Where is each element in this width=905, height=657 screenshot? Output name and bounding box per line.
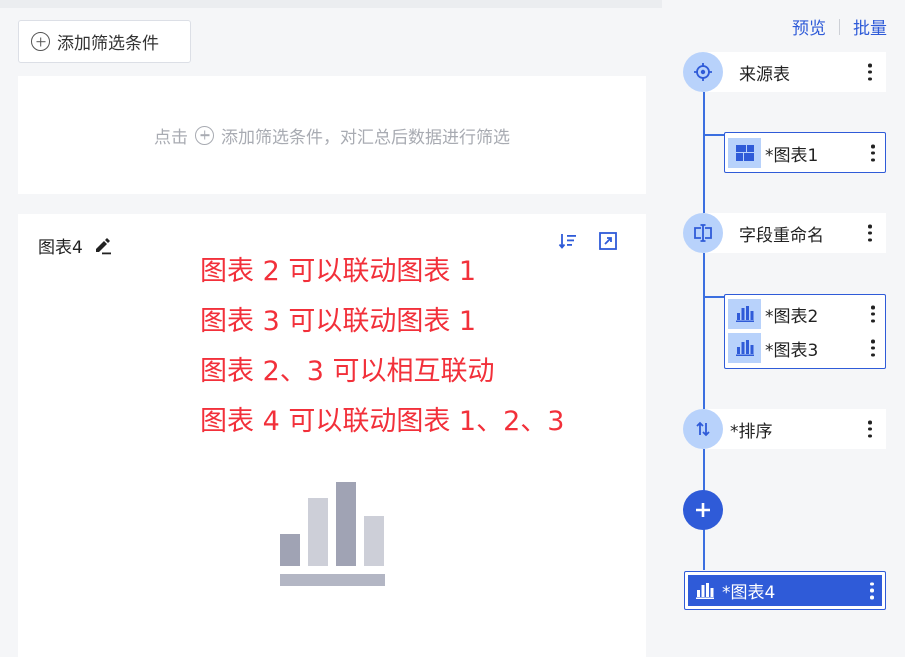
flow-connector [703, 134, 725, 136]
chart-item-label: *图表2 [765, 306, 819, 327]
chart-item-2[interactable]: *图表2 [725, 297, 885, 331]
chart-panel: 图表4 图表 2 可以联动图表 1 图表 3 可以联动图表 1 图表 2、3 可… [18, 214, 646, 657]
more-icon[interactable] [868, 420, 872, 438]
panel-tools [558, 231, 618, 251]
add-filter-button[interactable]: 添加筛选条件 [18, 20, 191, 63]
filter-hint-prefix: 点击 [154, 127, 188, 148]
more-icon[interactable] [868, 63, 872, 81]
add-filter-label: 添加筛选条件 [57, 34, 159, 54]
bar-chart-icon [728, 333, 761, 363]
selected-chart-group: *图表4 [684, 571, 886, 610]
add-step-button[interactable] [683, 490, 723, 530]
chart-item-1[interactable]: *图表1 [725, 136, 885, 170]
note-line: 图表 3 可以联动图表 1 [200, 306, 477, 337]
more-icon[interactable] [871, 305, 875, 323]
top-strip [0, 0, 662, 8]
more-icon[interactable] [868, 224, 872, 242]
note-line: 图表 2、3 可以相互联动 [200, 356, 495, 387]
bar-chart-icon [696, 582, 714, 599]
chart-item-label: *图表1 [765, 145, 819, 166]
step-source-table[interactable]: 来源表 [700, 52, 886, 92]
chart-title-text: 图表4 [38, 238, 83, 258]
plus-icon [696, 503, 710, 517]
step-field-rename[interactable]: 字段重命名 [700, 213, 886, 253]
empty-chart-placeholder-icon [280, 482, 385, 586]
chart-item-label: *图表3 [765, 340, 819, 361]
more-icon[interactable] [870, 582, 874, 599]
rename-field-icon [694, 224, 712, 242]
batch-link[interactable]: 批量 [853, 14, 887, 39]
sort-arrows-icon [696, 421, 710, 437]
dashboard-grid-icon [728, 138, 761, 168]
add-circle-icon [31, 32, 50, 51]
step-source-label: 来源表 [739, 64, 790, 85]
step-sort-label: *排序 [730, 421, 773, 442]
target-icon [694, 63, 712, 81]
note-line: 图表 4 可以联动图表 1、2、3 [200, 406, 565, 437]
top-links: 预览 批量 [792, 14, 887, 39]
filter-hint-suffix: 添加筛选条件，对汇总后数据进行筛选 [221, 127, 510, 148]
bar-chart-icon [728, 299, 761, 329]
fullscreen-icon[interactable] [598, 231, 618, 251]
chart-group: *图表2 *图表3 [724, 294, 886, 369]
preview-link[interactable]: 预览 [792, 14, 826, 39]
more-icon[interactable] [871, 339, 875, 357]
sort-step-circle [683, 409, 723, 449]
note-line: 图表 2 可以联动图表 1 [200, 256, 477, 287]
more-icon[interactable] [871, 144, 875, 162]
chart-item-3[interactable]: *图表3 [725, 331, 885, 365]
link-divider [839, 18, 840, 35]
flow-connector [703, 296, 725, 298]
filter-area: 点击 添加筛选条件，对汇总后数据进行筛选 [18, 76, 646, 194]
edit-pen-icon[interactable] [93, 237, 113, 255]
chart-item-4-selected[interactable]: *图表4 [688, 575, 882, 606]
rename-step-circle [683, 213, 723, 253]
step-rename-label: 字段重命名 [739, 225, 824, 246]
step-sort[interactable]: *排序 [700, 409, 886, 449]
add-circle-icon[interactable] [195, 125, 214, 145]
chart-group: *图表1 [724, 132, 886, 173]
annotation-notes: 图表 2 可以联动图表 1 图表 3 可以联动图表 1 图表 2、3 可以相互联… [200, 247, 564, 447]
chart-item-label: *图表4 [722, 583, 776, 603]
chart-title: 图表4 [38, 233, 113, 258]
source-step-circle [683, 52, 723, 92]
